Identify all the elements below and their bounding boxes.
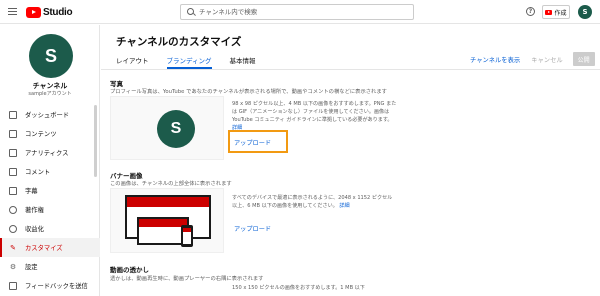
sidebar-item-label: コンテンツ (25, 131, 57, 138)
sidebar-item-analytics[interactable]: アナリティクス (0, 143, 100, 162)
sidebar-item-label: 著作権 (25, 207, 44, 214)
sidebar-item-feedback[interactable]: フィードバックを送信 (0, 276, 100, 295)
photo-upload-button[interactable]: アップロード (234, 138, 271, 147)
customize-icon: ✎ (10, 243, 16, 252)
header-actions: チャンネルを表示 キャンセル 公開 (470, 52, 595, 66)
sidebar-item-comments[interactable]: コメント (0, 162, 100, 181)
analytics-icon (9, 148, 17, 157)
search-box[interactable] (180, 4, 414, 20)
sidebar-item-label: コメント (25, 169, 51, 176)
sidebar: S チャンネル sampleアカウント ダッシュボード コンテンツ アナリティク… (0, 25, 100, 296)
watermark-requirements: 150 x 150 ピクセルの画像をおすすめします。1 MB 以下 (232, 285, 365, 291)
photo-section-description: プロフィール写真は、YouTube であなたのチャンネルが表示される場所で、動画… (110, 89, 387, 95)
subtitles-icon (9, 186, 17, 195)
sidebar-scrollbar[interactable] (94, 105, 97, 265)
studio-logo[interactable]: Studio (26, 6, 73, 18)
sidebar-item-label: アナリティクス (25, 150, 69, 157)
tab-bar: レイアウト ブランディング 基本情報 (116, 52, 274, 69)
youtube-logo-icon (26, 6, 41, 18)
banner-details-link[interactable]: 詳細 (339, 203, 349, 209)
cancel-button[interactable]: キャンセル (531, 55, 562, 64)
sidebar-item-label: 字幕 (25, 188, 38, 195)
channel-avatar[interactable]: S (29, 34, 73, 78)
sidebar-item-monetization[interactable]: 収益化 (0, 219, 100, 238)
sidebar-scrollbar-thumb[interactable] (94, 105, 97, 177)
photo-requirements: 98 x 98 ピクセル以上、4 MB 以下の画像をおすすめします。PNG また… (232, 100, 397, 132)
search-input[interactable] (199, 5, 409, 19)
watermark-section-title: 動画の透かし (110, 266, 149, 274)
sidebar-item-subtitles[interactable]: 字幕 (0, 181, 100, 200)
banner-section-description: この画像は、チャンネルの上部全体に表示されます (110, 181, 232, 187)
photo-requirements-text: 98 x 98 ピクセル以上、4 MB 以下の画像をおすすめします。PNG また… (232, 101, 397, 123)
monetization-icon (9, 224, 17, 233)
channel-subtitle: sampleアカウント (28, 91, 72, 97)
tab-branding[interactable]: ブランディング (166, 52, 212, 69)
comments-icon (9, 167, 17, 176)
dashboard-icon (9, 110, 17, 119)
search-icon[interactable] (187, 8, 194, 15)
content-icon (9, 129, 17, 138)
view-channel-link[interactable]: チャンネルを表示 (470, 55, 520, 64)
top-bar: Studio ? 作成 S (0, 0, 600, 24)
profile-photo-preview: S (110, 96, 224, 160)
publish-button[interactable]: 公開 (572, 52, 595, 66)
copyright-icon (9, 205, 17, 214)
sidebar-item-content[interactable]: コンテンツ (0, 124, 100, 143)
settings-icon: ⚙ (9, 262, 17, 271)
sidebar-item-dashboard[interactable]: ダッシュボード (0, 105, 100, 124)
create-label: 作成 (554, 9, 567, 17)
page-title: チャンネルのカスタマイズ (116, 36, 242, 48)
watermark-section-description: 透かしは、動画再生時に、動画プレーヤーの右隅に表示されます (110, 276, 264, 282)
account-avatar[interactable]: S (578, 5, 592, 19)
sidebar-item-copyright[interactable]: 著作権 (0, 200, 100, 219)
header-divider (101, 69, 600, 70)
sidebar-item-label: ダッシュボード (25, 112, 70, 119)
feedback-icon (9, 281, 17, 290)
tab-layout[interactable]: レイアウト (116, 52, 149, 68)
tab-basic-info[interactable]: 基本情報 (230, 52, 256, 68)
sidebar-nav: ダッシュボード コンテンツ アナリティクス コメント 字幕 著作権 収益化 ✎ (0, 105, 100, 295)
banner-requirements-text: すべてのデバイスで最適に表示されるように、2048 x 1152 ピクセル以上、… (232, 195, 393, 209)
banner-devices-illustration (125, 195, 211, 247)
banner-requirements: すべてのデバイスで最適に表示されるように、2048 x 1152 ピクセル以上、… (232, 194, 397, 210)
sidebar-item-label: カスタマイズ (25, 245, 63, 252)
sidebar-item-label: フィードバックを送信 (25, 283, 88, 290)
banner-preview (110, 188, 224, 253)
sidebar-item-label: 設定 (25, 264, 38, 271)
banner-upload-button[interactable]: アップロード (234, 224, 271, 233)
create-button[interactable]: 作成 (542, 5, 570, 19)
help-icon[interactable]: ? (526, 7, 535, 16)
profile-photo-avatar: S (157, 110, 195, 148)
sidebar-item-customize[interactable]: ✎ カスタマイズ (0, 238, 100, 257)
sidebar-item-settings[interactable]: ⚙ 設定 (0, 257, 100, 276)
logo-text: Studio (43, 6, 73, 18)
sidebar-item-label: 収益化 (25, 226, 44, 233)
menu-icon[interactable] (8, 8, 17, 15)
video-camera-icon (545, 9, 553, 15)
